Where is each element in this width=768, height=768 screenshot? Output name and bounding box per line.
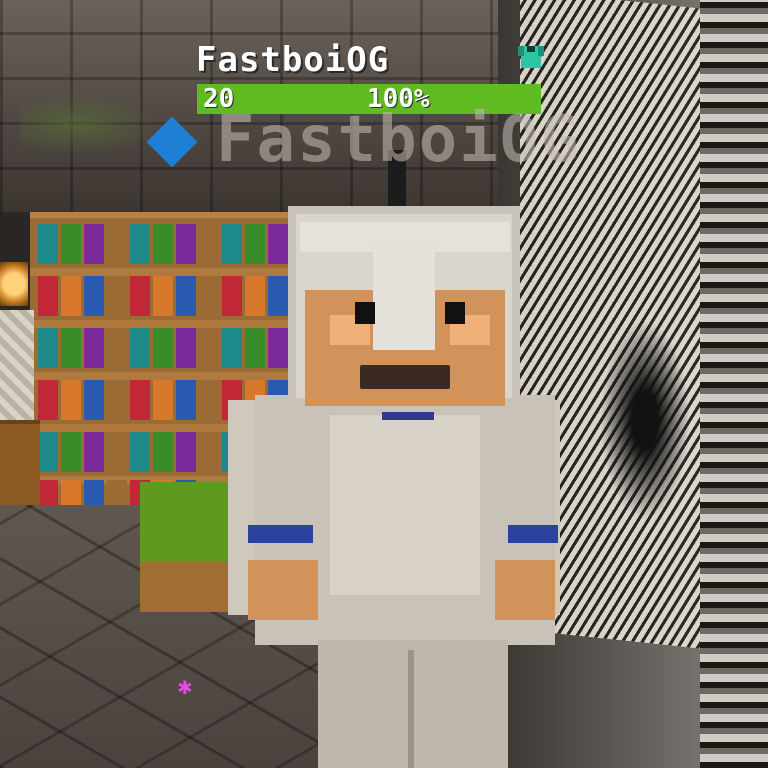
striped-wall (700, 0, 768, 768)
book-row (38, 328, 318, 368)
helmet-nose-guard (373, 240, 435, 350)
right-eye (445, 302, 465, 324)
right-hand (495, 560, 555, 620)
book-row (38, 276, 318, 316)
left-hand (248, 560, 318, 620)
book-row (38, 224, 318, 264)
right-arm-band (508, 525, 558, 543)
painting-shadow (600, 320, 690, 520)
leg-gap (408, 650, 414, 768)
left-arm-band (248, 525, 313, 543)
moss-patch (20, 95, 160, 155)
collar (382, 412, 434, 420)
chest-plate (330, 415, 480, 595)
sparkle-icon: ✱ (177, 672, 193, 700)
hud-player-name: FastboiOG (196, 40, 390, 80)
mustache (360, 365, 450, 389)
game-scene: ✱ FastboiOG 20 100% FastboiOG (0, 0, 768, 768)
left-eye (355, 302, 375, 324)
cobweb-wall (0, 310, 34, 420)
lantern (0, 262, 28, 306)
chest (0, 420, 40, 514)
chestplate-icon (518, 46, 544, 68)
nametag-text: FastboiOG (216, 103, 581, 177)
